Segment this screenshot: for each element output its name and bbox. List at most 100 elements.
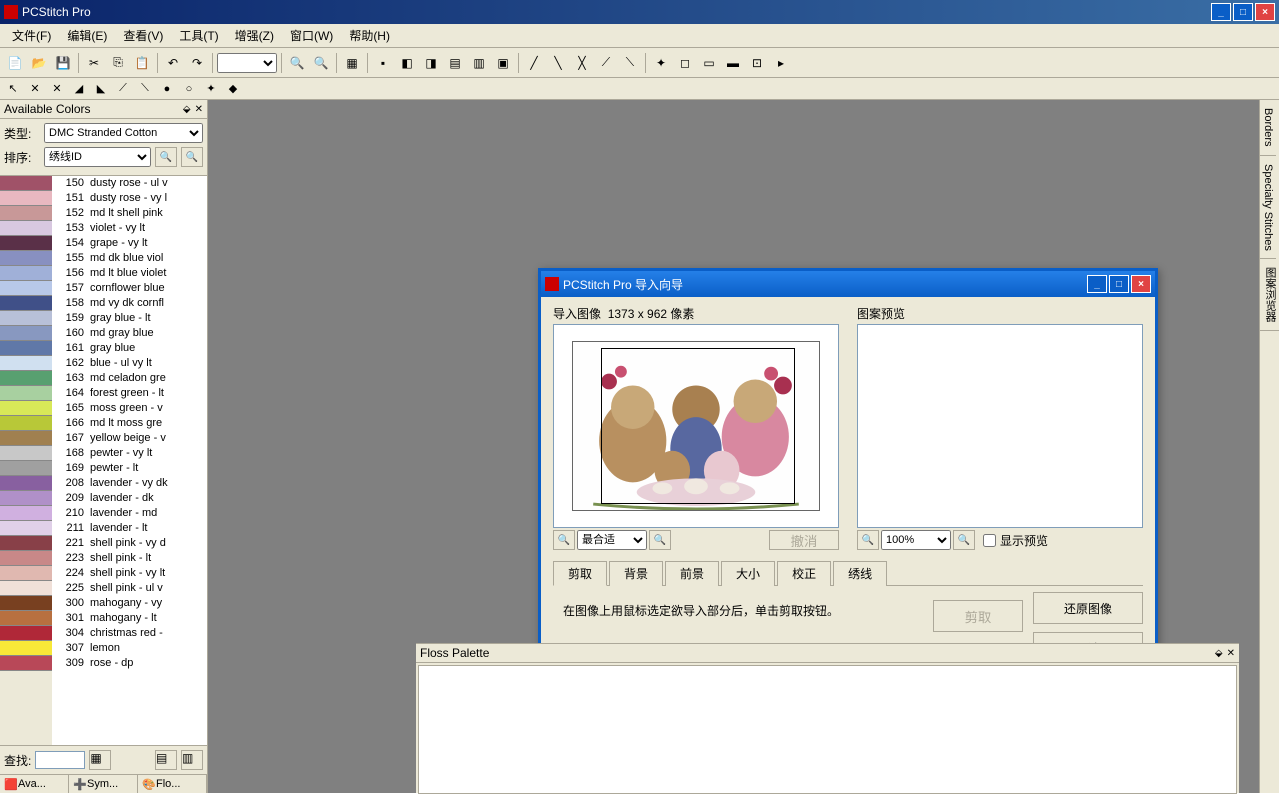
color-swatch[interactable] <box>0 401 52 416</box>
crop-selection[interactable] <box>601 348 795 504</box>
color-swatch[interactable] <box>0 656 52 671</box>
color-swatch[interactable] <box>0 206 52 221</box>
tool-h[interactable]: ╲ <box>547 52 569 74</box>
tool-d[interactable]: ▤ <box>444 52 466 74</box>
bottom-tab[interactable]: ➕Sym... <box>69 775 138 793</box>
color-row[interactable]: 154grape - vy lt <box>52 236 207 251</box>
color-row[interactable]: 301mahogany - lt <box>52 611 207 626</box>
dialog-minimize-button[interactable]: _ <box>1087 275 1107 293</box>
color-row[interactable]: 158md vy dk cornfl <box>52 296 207 311</box>
dialog-close-button[interactable]: × <box>1131 275 1151 293</box>
tool-l[interactable]: ✦ <box>650 52 672 74</box>
zoom-in-right-button[interactable]: 🔍 <box>953 530 975 550</box>
save-button[interactable]: 💾 <box>52 52 74 74</box>
floss-close-icon[interactable]: ✕ <box>1227 648 1235 659</box>
color-row[interactable]: 309rose - dp <box>52 656 207 671</box>
menu-item[interactable]: 增强(Z) <box>227 25 282 46</box>
floss-pin-icon[interactable]: ⬙ <box>1215 648 1223 659</box>
canvas-area[interactable]: PCStitch Pro 导入向导 _ □ × 导入图像 1373 x 962 … <box>208 100 1259 793</box>
color-row[interactable]: 164forest green - lt <box>52 386 207 401</box>
color-swatch[interactable] <box>0 326 52 341</box>
half-tool[interactable]: ◢ <box>70 81 88 97</box>
tool-m[interactable]: ◻ <box>674 52 696 74</box>
dialog-tab[interactable]: 背景 <box>609 561 663 586</box>
tool-a[interactable]: ▪ <box>372 52 394 74</box>
sort-up-button[interactable]: 🔍 <box>155 147 177 167</box>
color-row[interactable]: 157cornflower blue <box>52 281 207 296</box>
color-row[interactable]: 161gray blue <box>52 341 207 356</box>
color-row[interactable]: 156md lt blue violet <box>52 266 207 281</box>
cut-button[interactable]: ✂ <box>83 52 105 74</box>
spec2-tool[interactable]: ◆ <box>224 81 242 97</box>
search-input[interactable] <box>35 751 85 769</box>
color-swatch[interactable] <box>0 491 52 506</box>
x-tool[interactable]: ✕ <box>26 81 44 97</box>
copy-button[interactable]: ⎘ <box>107 52 129 74</box>
color-row[interactable]: 167yellow beige - v <box>52 431 207 446</box>
tool-p[interactable]: ⊡ <box>746 52 768 74</box>
color-row[interactable]: 163md celadon gre <box>52 371 207 386</box>
color-swatch[interactable] <box>0 371 52 386</box>
color-row[interactable]: 153violet - vy lt <box>52 221 207 236</box>
color-row[interactable]: 166md lt moss gre <box>52 416 207 431</box>
tool-o[interactable]: ▬ <box>722 52 744 74</box>
zoom-out-button[interactable]: 🔍 <box>286 52 308 74</box>
dialog-tab[interactable]: 剪取 <box>553 561 607 586</box>
import-image-box[interactable] <box>553 324 839 528</box>
color-swatch[interactable] <box>0 311 52 326</box>
open-button[interactable]: 📂 <box>28 52 50 74</box>
back-tool[interactable]: ⟋ <box>114 81 132 97</box>
color-swatch[interactable] <box>0 506 52 521</box>
tool-i[interactable]: ╳ <box>571 52 593 74</box>
search-btn1[interactable]: ▦ <box>89 750 111 770</box>
color-swatch[interactable] <box>0 596 52 611</box>
color-swatch[interactable] <box>0 551 52 566</box>
color-row[interactable]: 162blue - ul vy lt <box>52 356 207 371</box>
pointer-tool[interactable]: ↖ <box>4 81 22 97</box>
color-row[interactable]: 169pewter - lt <box>52 461 207 476</box>
color-swatch[interactable] <box>0 251 52 266</box>
color-swatch[interactable] <box>0 386 52 401</box>
color-swatch[interactable] <box>0 296 52 311</box>
paste-button[interactable]: 📋 <box>131 52 153 74</box>
color-row[interactable]: 307lemon <box>52 641 207 656</box>
tool-k[interactable]: ⟍ <box>619 52 641 74</box>
color-swatch[interactable] <box>0 341 52 356</box>
tool-n[interactable]: ▭ <box>698 52 720 74</box>
sort-down-button[interactable]: 🔍 <box>181 147 203 167</box>
color-row[interactable]: 300mahogany - vy <box>52 596 207 611</box>
zoom-out-right-button[interactable]: 🔍 <box>857 530 879 550</box>
tool-j[interactable]: ⟋ <box>595 52 617 74</box>
x2-tool[interactable]: ✕ <box>48 81 66 97</box>
menu-item[interactable]: 查看(V) <box>115 25 171 46</box>
new-button[interactable]: 📄 <box>4 52 26 74</box>
tool-b[interactable]: ◧ <box>396 52 418 74</box>
tool-e[interactable]: ▥ <box>468 52 490 74</box>
quarter-tool[interactable]: ◣ <box>92 81 110 97</box>
color-swatch[interactable] <box>0 611 52 626</box>
tool-c[interactable]: ◨ <box>420 52 442 74</box>
color-row[interactable]: 160md gray blue <box>52 326 207 341</box>
color-list[interactable]: 150dusty rose - ul v151dusty rose - vy l… <box>52 176 207 745</box>
restore-image-button[interactable]: 还原图像 <box>1033 592 1143 624</box>
zoom-select[interactable] <box>217 53 277 73</box>
tool-q[interactable]: ▸ <box>770 52 792 74</box>
bottom-tab[interactable]: 🟥Ava... <box>0 775 69 793</box>
color-swatch[interactable] <box>0 581 52 596</box>
color-swatch[interactable] <box>0 176 52 191</box>
menu-item[interactable]: 编辑(E) <box>59 25 115 46</box>
floss-palette-body[interactable] <box>418 665 1237 794</box>
color-swatch[interactable] <box>0 521 52 536</box>
bottom-tab[interactable]: 🎨Flo... <box>138 775 207 793</box>
color-row[interactable]: 159gray blue - lt <box>52 311 207 326</box>
color-row[interactable]: 208lavender - vy dk <box>52 476 207 491</box>
color-row[interactable]: 168pewter - vy lt <box>52 446 207 461</box>
dialog-tab[interactable]: 绣线 <box>833 561 887 586</box>
color-row[interactable]: 209lavender - dk <box>52 491 207 506</box>
show-preview-checkbox[interactable]: 显示预览 <box>983 532 1048 549</box>
color-row[interactable]: 221shell pink - vy d <box>52 536 207 551</box>
grid-button[interactable]: ▦ <box>341 52 363 74</box>
zoom-in-button[interactable]: 🔍 <box>310 52 332 74</box>
pin-icon[interactable]: ⬙ <box>183 104 191 115</box>
sort-select[interactable]: 绣线ID <box>44 147 151 167</box>
